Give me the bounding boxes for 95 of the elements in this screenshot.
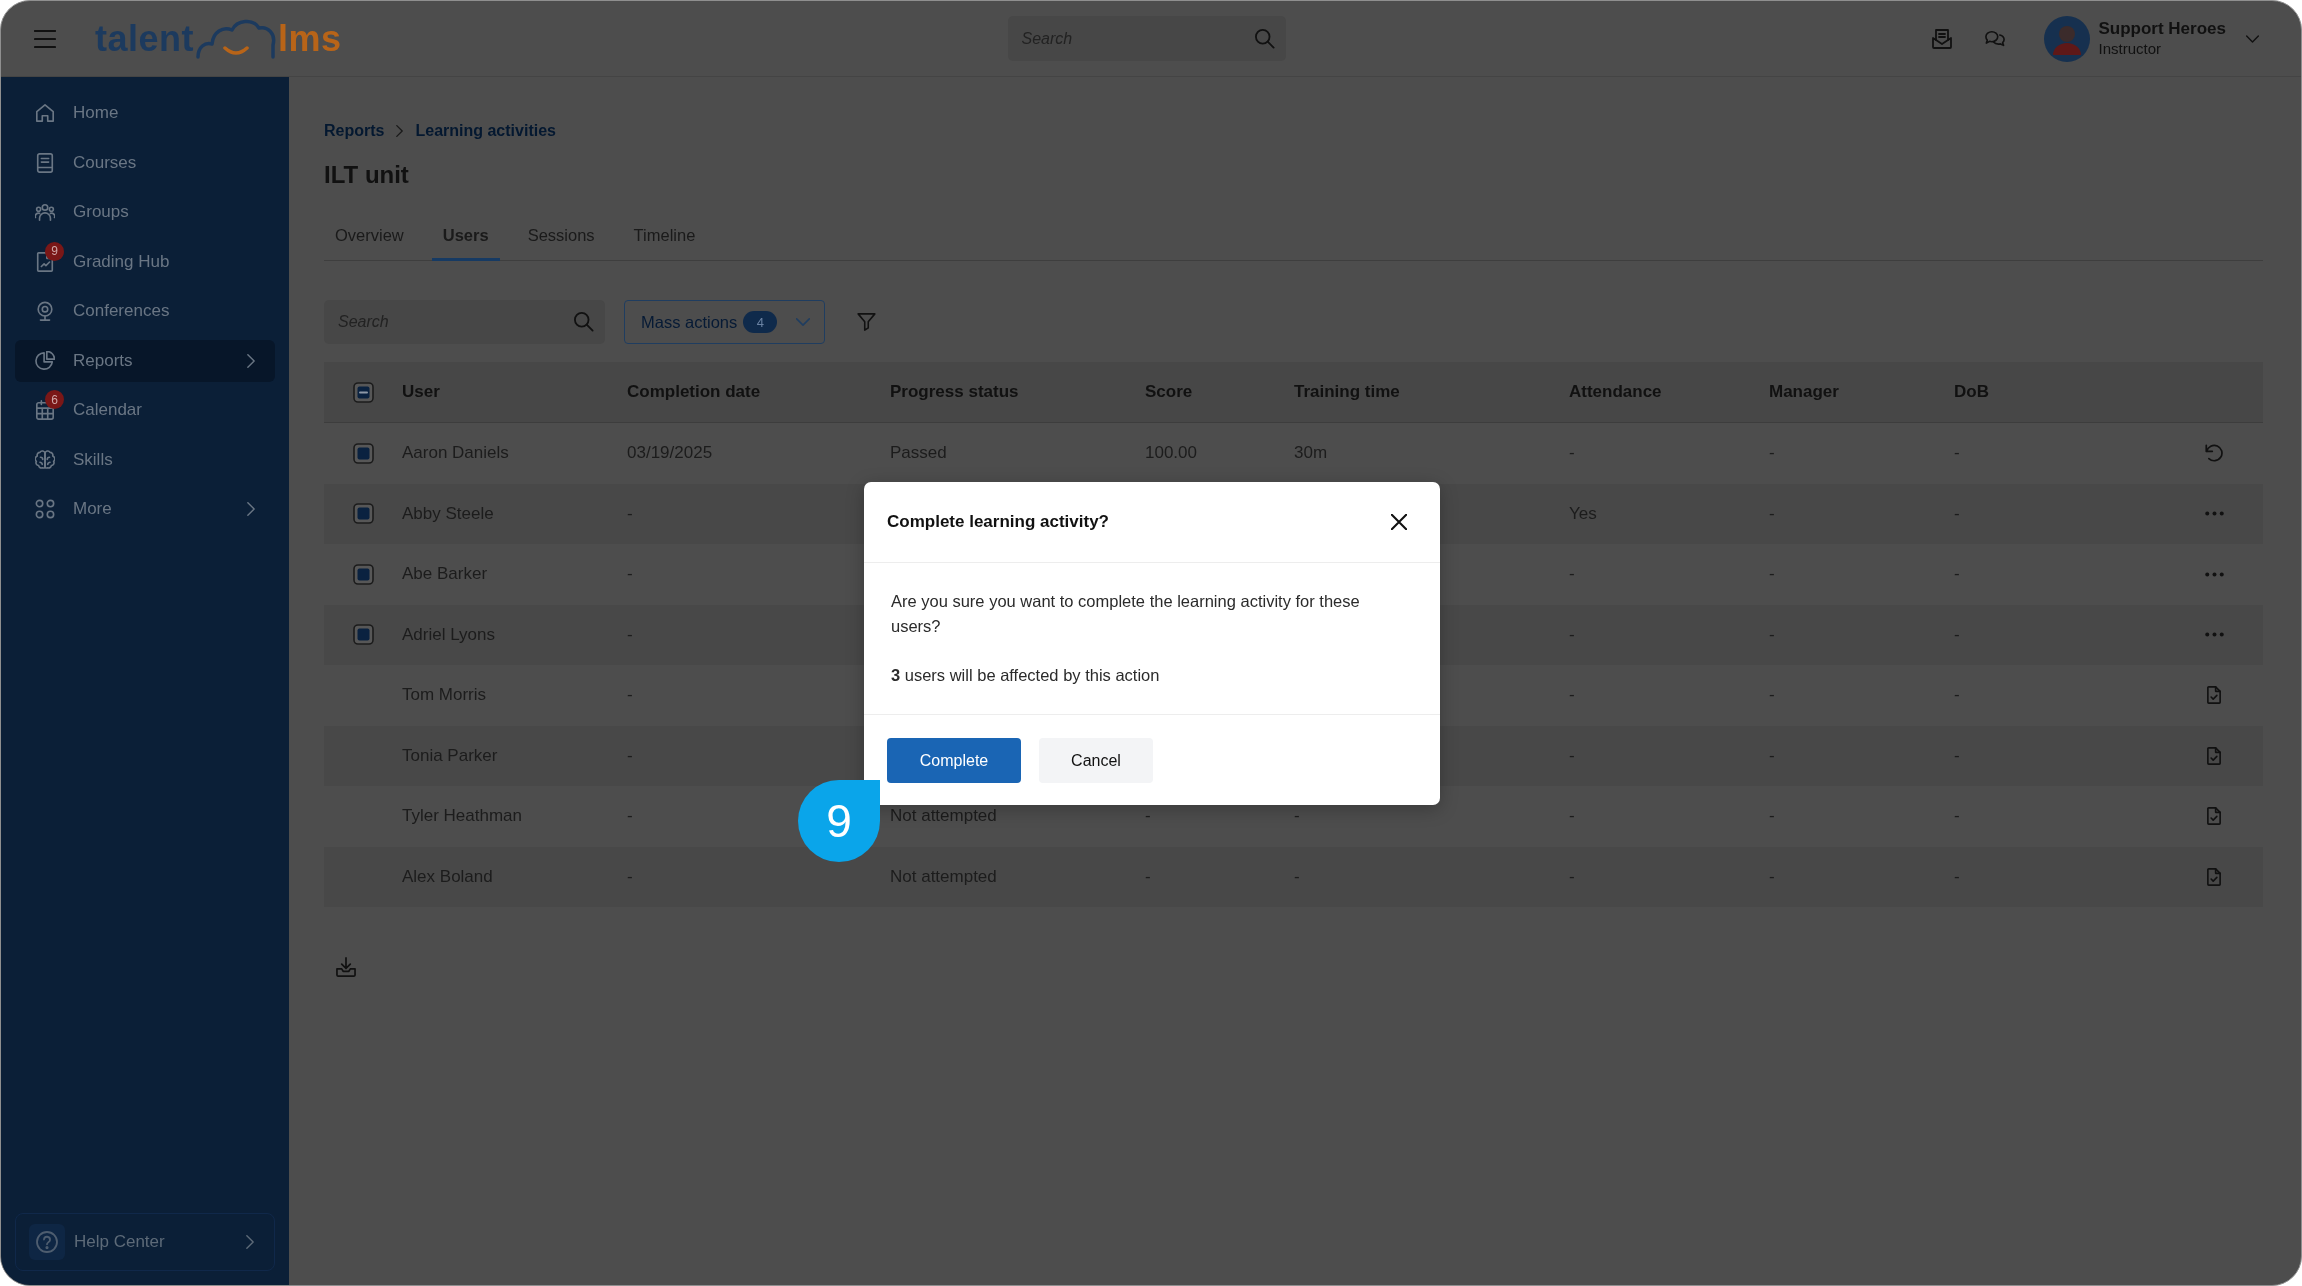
table-cell: - (1145, 866, 1151, 887)
table-cell: - (1769, 564, 1775, 585)
table-cell: - (1954, 866, 1960, 887)
user-name: Support Heroes (2098, 18, 2226, 39)
table-cell: - (1954, 745, 1960, 766)
chat-icon[interactable] (1985, 28, 2006, 49)
table-cell: - (627, 624, 633, 645)
brain-icon (35, 449, 55, 470)
mass-actions-dropdown[interactable]: Mass actions 4 (624, 300, 825, 344)
select-all-checkbox[interactable] (352, 381, 374, 403)
table-cell: - (1769, 624, 1775, 645)
table-cell: - (1569, 685, 1575, 706)
count-badge: 9 (45, 241, 64, 261)
table-cell: - (1569, 624, 1575, 645)
table-cell: - (627, 806, 633, 827)
more-icon[interactable] (2204, 511, 2224, 517)
table-cell: - (1569, 745, 1575, 766)
sidebar-item[interactable]: Reports (15, 339, 275, 382)
breadcrumb-link[interactable]: Learning activities (415, 122, 556, 140)
close-button[interactable] (1391, 514, 1407, 530)
filter-icon[interactable] (857, 313, 876, 331)
book-icon (35, 152, 55, 173)
search-icon[interactable] (1254, 28, 1275, 49)
file-check-icon[interactable] (2205, 746, 2223, 765)
menu-icon[interactable] (34, 29, 56, 48)
sidebar-item[interactable]: 6 Calendar (15, 389, 275, 431)
row-checkbox[interactable] (352, 563, 374, 585)
dialog-message: Are you sure you want to complete the learning activity for these users? (891, 591, 1361, 637)
complete-button[interactable]: Complete (887, 738, 1021, 783)
sidebar-item[interactable]: Groups (15, 191, 275, 233)
logo-text: lms (278, 19, 342, 59)
file-check-icon[interactable] (2205, 807, 2223, 826)
table-cell: - (1569, 866, 1575, 887)
search-icon[interactable] (574, 312, 594, 332)
table-cell: - (1954, 806, 1960, 827)
breadcrumb-link[interactable]: Reports (324, 122, 385, 140)
inbox-icon[interactable] (1932, 28, 1953, 49)
chevron-down-icon[interactable] (2246, 34, 2259, 43)
table-cell: - (1769, 503, 1775, 524)
dialog-note: 3 users will be affected by this action (891, 665, 1161, 686)
table-cell: - (1145, 806, 1151, 827)
count-badge: 4 (743, 311, 778, 333)
cancel-button[interactable]: Cancel (1039, 738, 1153, 783)
table-cell: - (1769, 443, 1775, 464)
table-cell: - (1294, 866, 1300, 887)
home-icon (35, 103, 55, 123)
row-checkbox[interactable] (352, 442, 374, 464)
table-cell: - (627, 503, 633, 524)
sidebar-item[interactable]: Skills (15, 438, 275, 481)
sidebar-item[interactable]: Courses (15, 141, 275, 184)
table-cell: - (627, 866, 633, 887)
sidebar-item[interactable]: 9 Grading Hub (15, 240, 275, 283)
page-title: ILT unit (324, 160, 409, 190)
table-cell: - (627, 564, 633, 585)
user-role: Instructor (2098, 38, 2162, 59)
chevron-right-icon (396, 125, 404, 137)
help-icon (29, 1224, 65, 1260)
count-badge: 6 (45, 390, 64, 409)
file-check-icon[interactable] (2205, 867, 2223, 886)
chevron-down-icon (796, 318, 810, 326)
table-cell: - (1294, 806, 1300, 827)
table-cell: - (1769, 685, 1775, 706)
table-cell: - (1954, 503, 1960, 524)
sidebar-item[interactable]: More (15, 488, 275, 530)
webcam-icon (35, 301, 55, 321)
step-callout: 9 (798, 780, 880, 862)
table-cell: - (627, 745, 633, 766)
sidebar-item[interactable]: Conferences (15, 290, 275, 332)
cloud-logo-icon (196, 18, 276, 59)
sidebar-item[interactable]: Home (15, 92, 275, 134)
download-icon[interactable] (336, 957, 356, 977)
row-checkbox[interactable] (352, 624, 374, 646)
close-icon (1391, 514, 1407, 530)
dialog-title: Complete learning activity? (887, 512, 1109, 532)
table-cell: - (1769, 866, 1775, 887)
more-icon[interactable] (2204, 571, 2224, 577)
undo-icon[interactable] (2205, 444, 2223, 463)
table-cell: - (1569, 806, 1575, 827)
table-cell: - (1954, 443, 1960, 464)
avatar-icon[interactable] (2044, 15, 2091, 62)
table-cell: - (1769, 806, 1775, 827)
table-cell: - (1769, 745, 1775, 766)
file-check-icon[interactable] (2205, 686, 2223, 705)
row-checkbox[interactable] (352, 503, 374, 525)
grid-icon (35, 499, 55, 519)
table-cell: - (1569, 443, 1575, 464)
people-icon (35, 202, 55, 222)
help-center-link[interactable]: Help Center (15, 1213, 275, 1271)
table-cell: - (627, 685, 633, 706)
more-icon[interactable] (2204, 632, 2224, 638)
table-cell: - (1954, 564, 1960, 585)
pie-chart-icon (35, 350, 55, 371)
table-cell: - (1569, 564, 1575, 585)
table-cell: - (1954, 685, 1960, 706)
table-cell: - (1954, 624, 1960, 645)
